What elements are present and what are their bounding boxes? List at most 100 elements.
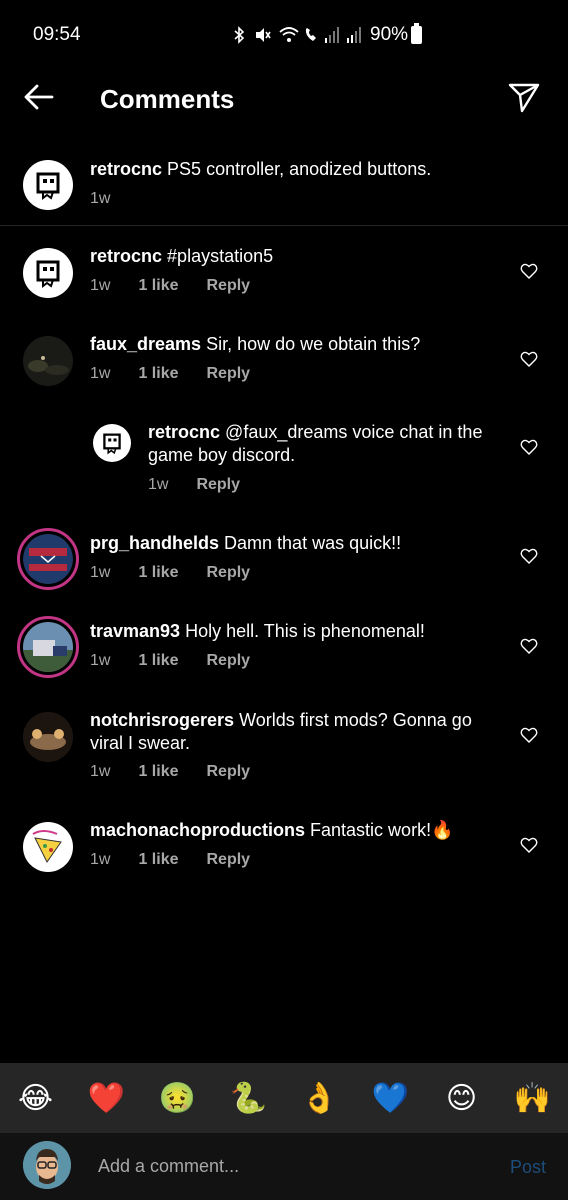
battery-percent: 90% (370, 24, 409, 45)
comment-item: retrocnc #playstation5 1w 1 like Reply (0, 240, 568, 320)
comment-meta: 1w 1 like Reply (90, 652, 250, 670)
battery-icon (411, 23, 422, 44)
avatar[interactable] (23, 712, 73, 762)
comment-time: 1w (90, 277, 111, 294)
avatar[interactable] (17, 616, 79, 678)
reply-button[interactable]: Reply (206, 763, 250, 781)
avatar[interactable] (23, 822, 73, 872)
avatar[interactable] (17, 528, 79, 590)
comment-username[interactable]: travman93 (90, 621, 180, 641)
header: Comments (0, 70, 568, 128)
heart-icon[interactable] (520, 726, 538, 744)
comment-time: 1w (90, 851, 111, 868)
likes-count[interactable]: 1 like (138, 277, 178, 295)
comment-meta: 1w 1 like Reply (90, 851, 250, 869)
wifi-icon (279, 27, 299, 42)
post-button[interactable]: Post (510, 1157, 546, 1178)
comment-body: Worlds first mods? Gonna go (239, 710, 472, 730)
likes-count[interactable]: 1 like (138, 763, 178, 781)
avatar[interactable] (93, 424, 131, 462)
reply-button[interactable]: Reply (206, 365, 250, 383)
prg-handhelds-logo-icon (23, 534, 73, 584)
caption-time: 1w (90, 190, 111, 207)
reply-button[interactable]: Reply (206, 564, 250, 582)
retrocnc-logo-icon (103, 433, 121, 455)
comment-text: machonachoproductions Fantastic work!🔥 (90, 819, 453, 842)
comment-text: faux_dreams Sir, how do we obtain this? (90, 333, 420, 356)
comment-item: travman93 Holy hell. This is phenomenal!… (0, 615, 568, 695)
comment-item: notchrisrogerers Worlds first mods? Gonn… (0, 704, 568, 804)
comment-item: prg_handhelds Damn that was quick!! 1w 1… (0, 527, 568, 607)
reply-item: retrocnc @faux_dreams voice chat in the … (0, 416, 568, 506)
machonacho-logo-icon (32, 830, 62, 863)
emoji-laughing[interactable]: 😂 (14, 1076, 58, 1120)
user-avatar (23, 1141, 71, 1189)
avatar[interactable] (23, 160, 73, 210)
heart-icon[interactable] (520, 836, 538, 854)
comment-time: 1w (90, 652, 111, 669)
emoji-smiling[interactable]: 😊 (440, 1076, 484, 1120)
emoji-bar: 😂 ❤️ 🤢 🐍 👌 💙 😊 🙌 (0, 1063, 568, 1133)
likes-count[interactable]: 1 like (138, 652, 178, 670)
heart-icon[interactable] (520, 547, 538, 565)
back-arrow-icon[interactable] (22, 80, 56, 114)
comment-meta: 1w 1 like Reply (90, 277, 250, 295)
emoji-ok-hand[interactable]: 👌 (298, 1076, 342, 1120)
caption-meta: 1w (90, 190, 110, 208)
status-bar: 09:54 90% (0, 0, 568, 70)
comment-text: travman93 Holy hell. This is phenomenal! (90, 620, 425, 643)
caption-username[interactable]: retrocnc (90, 159, 162, 179)
emoji-heart[interactable]: ❤️ (85, 1076, 129, 1120)
emoji-blue-heart[interactable]: 💙 (369, 1076, 413, 1120)
send-icon[interactable] (507, 80, 541, 114)
comment-username[interactable]: faux_dreams (90, 334, 201, 354)
heart-icon[interactable] (520, 637, 538, 655)
likes-count[interactable]: 1 like (138, 365, 178, 383)
likes-count[interactable]: 1 like (138, 851, 178, 869)
bluetooth-icon (234, 26, 245, 44)
heart-icon[interactable] (520, 438, 538, 456)
retrocnc-logo-icon (36, 172, 60, 200)
comment-text: prg_handhelds Damn that was quick!! (90, 532, 401, 555)
comment-username[interactable]: prg_handhelds (90, 533, 219, 553)
comment-item: machonachoproductions Fantastic work!🔥 1… (0, 814, 568, 894)
heart-icon[interactable] (520, 262, 538, 280)
reply-button[interactable]: Reply (206, 851, 250, 869)
comment-username[interactable]: retrocnc (148, 422, 220, 442)
reply-button[interactable]: Reply (206, 652, 250, 670)
post-caption: retrocnc PS5 controller, anodized button… (0, 150, 568, 226)
comment-time: 1w (148, 476, 169, 493)
comment-username[interactable]: notchrisrogerers (90, 710, 234, 730)
comment-time: 1w (90, 763, 111, 780)
comment-time: 1w (90, 564, 111, 581)
emoji-snake[interactable]: 🐍 (227, 1076, 271, 1120)
notchrisrogerers-photo-icon (23, 712, 73, 762)
comment-item: faux_dreams Sir, how do we obtain this? … (0, 328, 568, 408)
comment-body: #playstation5 (167, 246, 274, 266)
heart-icon[interactable] (520, 350, 538, 368)
comment-meta: 1w 1 like Reply (90, 365, 250, 383)
signal-icon-1 (325, 27, 339, 43)
comment-body: Fantastic work!🔥 (310, 820, 454, 840)
memoji-avatar-icon (23, 1141, 71, 1189)
call-icon (305, 28, 316, 41)
reply-button[interactable]: Reply (196, 476, 240, 494)
emoji-nauseated[interactable]: 🤢 (156, 1076, 200, 1120)
comment-text: retrocnc #playstation5 (90, 245, 273, 268)
comment-meta: 1w Reply (148, 476, 240, 494)
likes-count[interactable]: 1 like (138, 564, 178, 582)
emoji-raising-hands[interactable]: 🙌 (511, 1076, 555, 1120)
avatar[interactable] (23, 248, 73, 298)
comment-text-line2: game boy discord. (148, 445, 296, 465)
comment-username[interactable]: retrocnc (90, 246, 162, 266)
faux-dreams-photo-icon (23, 336, 73, 386)
reply-button[interactable]: Reply (206, 277, 250, 295)
comment-input[interactable] (98, 1153, 458, 1179)
comment-text-line2: viral I swear. (90, 733, 191, 753)
comment-username[interactable]: machonachoproductions (90, 820, 305, 840)
status-time: 09:54 (33, 24, 81, 45)
mute-icon (256, 28, 271, 42)
avatar[interactable] (23, 336, 73, 386)
comment-meta: 1w 1 like Reply (90, 564, 250, 582)
comment-body: Damn that was quick!! (224, 533, 402, 553)
